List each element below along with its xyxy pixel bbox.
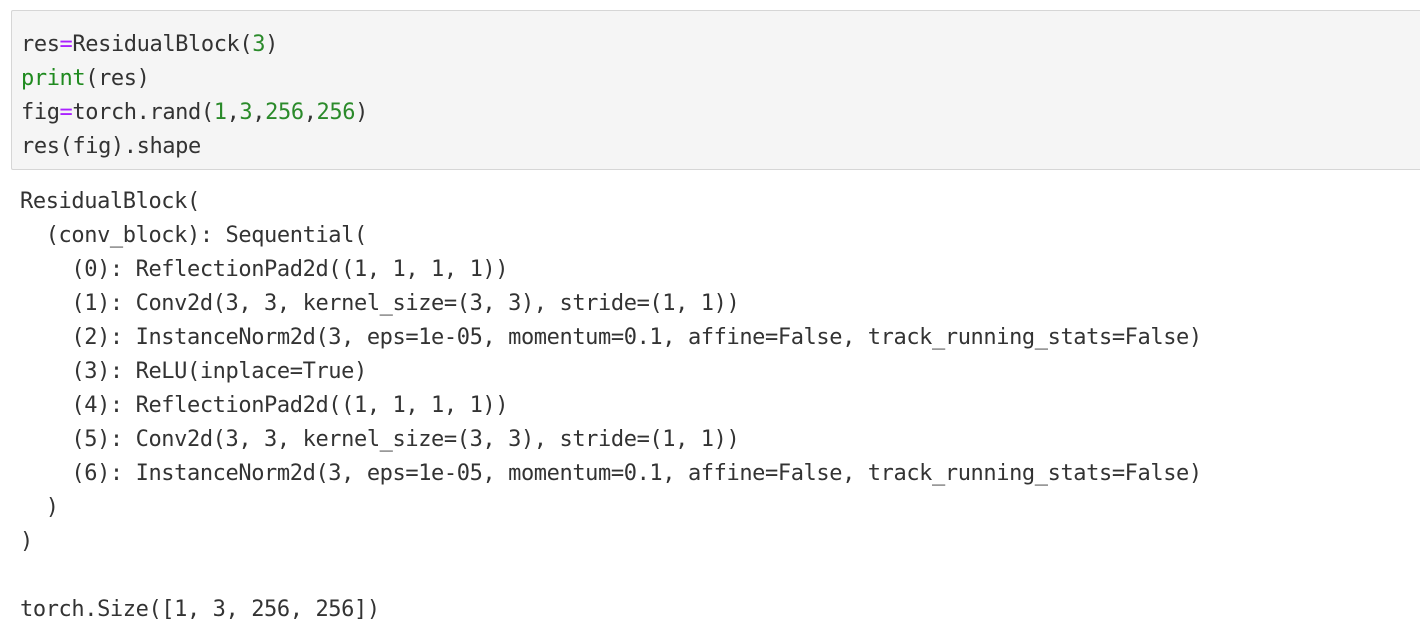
code-token: ) <box>265 32 278 57</box>
output-line: (6): InstanceNorm2d(3, eps=1e-05, moment… <box>20 461 1202 486</box>
output-line: (conv_block): Sequential( <box>20 223 368 248</box>
output-line: ResidualBlock( <box>20 189 200 214</box>
execution-result: torch.Size([1, 3, 256, 256]) <box>20 597 380 622</box>
code-token: , <box>252 100 266 125</box>
code-token: , <box>303 100 317 125</box>
output-line: (4): ReflectionPad2d((1, 1, 1, 1)) <box>20 393 509 418</box>
code-line-3: fig=torch.rand(1,3,256,256) <box>21 96 368 130</box>
code-token: , <box>226 100 240 125</box>
cell-output: ResidualBlock( (conv_block): Sequential(… <box>20 185 1202 627</box>
builtin-token: print <box>21 66 86 91</box>
number-token: 3 <box>252 32 266 57</box>
operator-token: = <box>59 100 73 125</box>
number-token: 256 <box>265 100 304 125</box>
number-token: 3 <box>239 100 253 125</box>
output-line: ) <box>20 529 33 554</box>
number-token: 256 <box>316 100 356 125</box>
output-line: (1): Conv2d(3, 3, kernel_size=(3, 3), st… <box>20 291 740 316</box>
code-editor[interactable]: res=ResidualBlock(3) print(res) fig=torc… <box>21 28 368 164</box>
output-line: (3): ReLU(inplace=True) <box>20 359 367 384</box>
code-line-2: print(res) <box>21 62 368 96</box>
operator-token: = <box>59 32 73 57</box>
output-line: (5): Conv2d(3, 3, kernel_size=(3, 3), st… <box>20 427 740 452</box>
code-token: res <box>21 32 60 57</box>
output-line: ) <box>20 495 59 520</box>
code-token: res(fig).shape <box>21 134 201 159</box>
output-line: (0): ReflectionPad2d((1, 1, 1, 1)) <box>20 257 509 282</box>
code-input-cell[interactable]: res=ResidualBlock(3) print(res) fig=torc… <box>11 10 1420 170</box>
code-token: ResidualBlock( <box>72 32 253 57</box>
output-line: (2): InstanceNorm2d(3, eps=1e-05, moment… <box>20 325 1202 350</box>
number-token: 1 <box>213 100 227 125</box>
code-token: fig <box>21 100 60 125</box>
code-token: (res) <box>85 66 150 91</box>
code-token: ) <box>355 100 368 125</box>
output-blank-line <box>20 559 1202 593</box>
code-token: torch.rand( <box>72 100 214 125</box>
code-line-4: res(fig).shape <box>21 130 368 164</box>
code-line-1: res=ResidualBlock(3) <box>21 28 368 62</box>
